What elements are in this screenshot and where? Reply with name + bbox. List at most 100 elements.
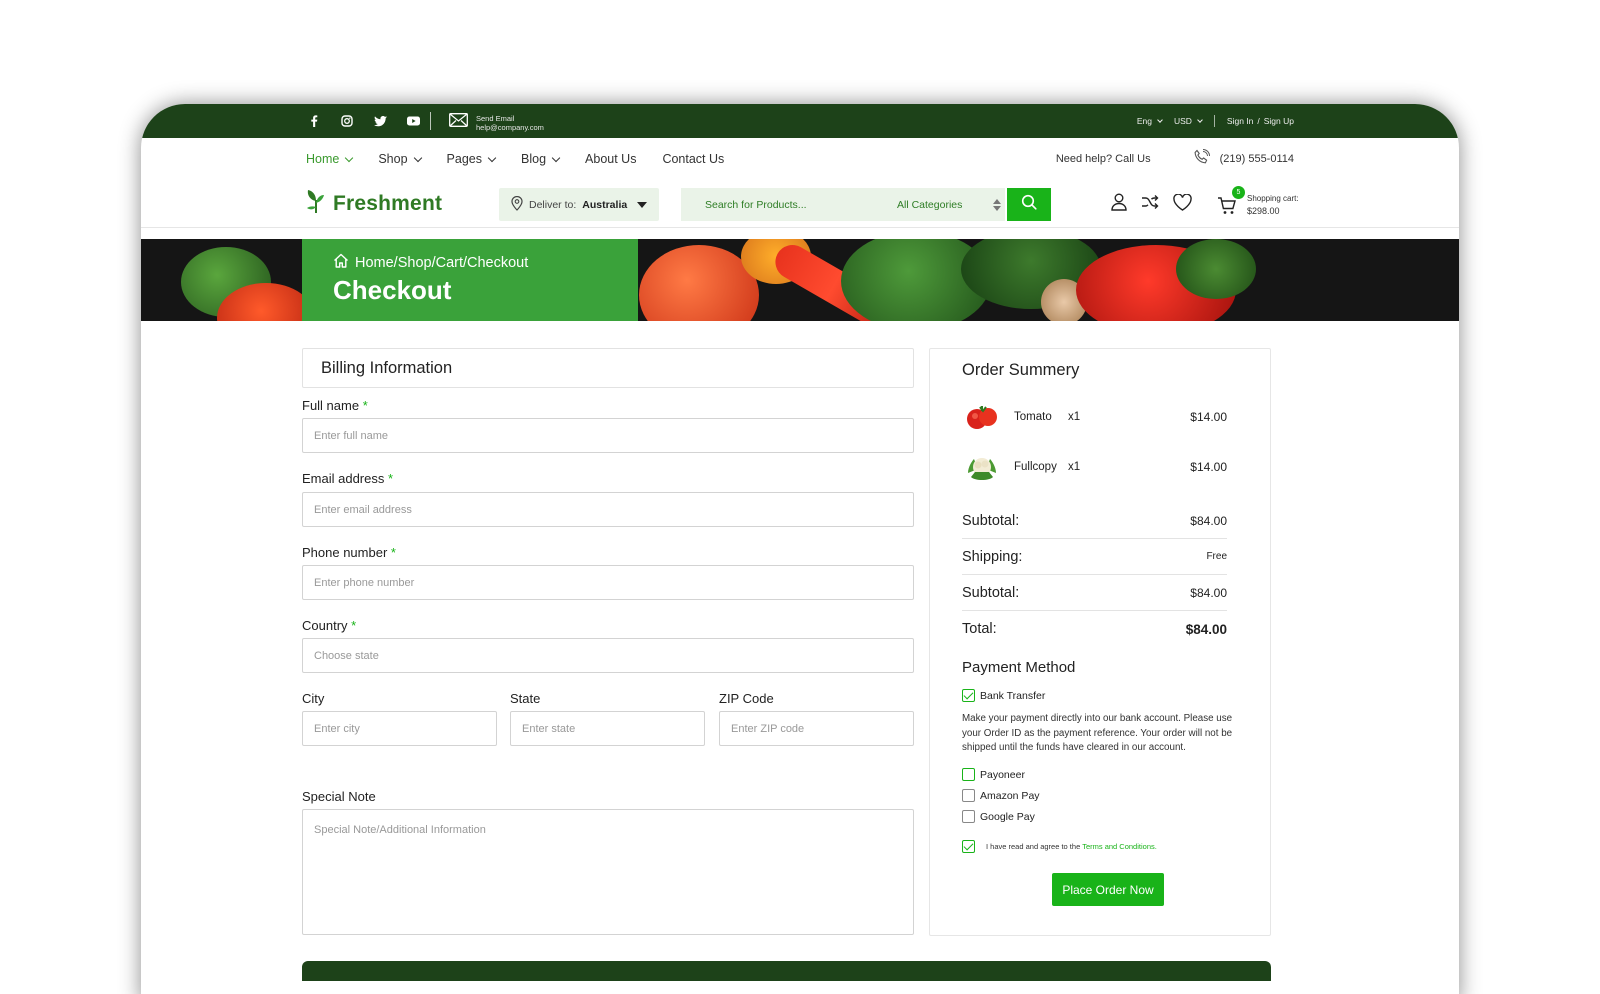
option-label: Google Pay	[980, 810, 1035, 823]
social-links	[306, 104, 421, 138]
phone-number[interactable]: (219) 555-0114	[1220, 153, 1294, 165]
special-note-textarea[interactable]: Special Note/Additional Information	[302, 809, 914, 935]
required-mark: *	[388, 471, 394, 486]
cauliflower-thumbnail	[962, 447, 1002, 487]
payment-method-title: Payment Method	[962, 659, 1076, 676]
nav-item-contact-us[interactable]: Contact Us	[662, 152, 724, 166]
zip-label: ZIP Code	[719, 691, 774, 706]
deliver-value: Australia	[582, 198, 628, 211]
breadcrumb-text: Home/Shop/Cart/Checkout	[355, 254, 529, 271]
label-text: Country	[302, 618, 348, 633]
place-order-button[interactable]: Place Order Now	[1052, 873, 1164, 906]
email-input[interactable]: Enter email address	[302, 492, 914, 527]
instagram-icon[interactable]	[339, 113, 355, 129]
summary-title: Order Summery	[962, 361, 1080, 379]
search-input[interactable]	[705, 198, 895, 211]
sign-in-link[interactable]: Sign In	[1227, 116, 1253, 126]
language-select[interactable]: Eng	[1136, 116, 1163, 126]
user-icon[interactable]	[1111, 193, 1127, 216]
help-text: Need help? Call Us	[1055, 153, 1151, 165]
bank-transfer-option[interactable]: Bank Transfer	[962, 689, 1045, 702]
row-label: Subtotal:	[962, 512, 1020, 529]
phone-input[interactable]: Enter phone number	[302, 565, 914, 600]
item-price: $14.00	[1190, 410, 1227, 424]
breadcrumb[interactable]: Home/Shop/Cart/Checkout	[333, 253, 528, 272]
checkbox[interactable]	[962, 689, 975, 702]
item-name: Tomato	[1014, 411, 1052, 423]
full-name-label: Full name *	[302, 398, 368, 413]
twitter-icon[interactable]	[372, 113, 388, 129]
state-input[interactable]: Enter state	[510, 711, 705, 746]
search-button[interactable]	[1007, 188, 1051, 221]
facebook-icon[interactable]	[306, 113, 322, 129]
category-select[interactable]: All Categories	[897, 199, 987, 211]
amazon-pay-option[interactable]: Amazon Pay	[962, 789, 1040, 802]
bank-transfer-description: Make your payment directly into our bank…	[962, 713, 1233, 753]
nav-item-shop[interactable]: Shop	[378, 152, 422, 166]
brand-logo[interactable]: Freshment	[304, 188, 442, 219]
nav-label: About Us	[585, 152, 637, 166]
terms-link[interactable]: Terms and Conditions.	[1082, 842, 1157, 851]
label-text: Full name	[302, 398, 360, 413]
item-qty: x1	[1068, 411, 1081, 423]
payoneer-option[interactable]: Payoneer	[962, 768, 1025, 781]
sort-arrows-icon	[991, 198, 1003, 211]
checkbox[interactable]	[962, 810, 975, 823]
send-email[interactable]: Send Email help@company.com	[449, 113, 544, 132]
language-label: Eng	[1136, 116, 1152, 126]
shuffle-compare-icon[interactable]	[1141, 194, 1159, 215]
row-value: $84.00	[1190, 585, 1227, 600]
youtube-icon[interactable]	[405, 113, 421, 129]
phone-icon	[1193, 149, 1210, 169]
email-label: Email address *	[302, 471, 393, 486]
nav-label: Home	[306, 152, 340, 166]
caret-down-icon	[637, 201, 648, 208]
label-text: Phone number	[302, 545, 388, 560]
nav-item-blog[interactable]: Blog	[521, 152, 561, 166]
zip-input[interactable]: Enter ZIP code	[719, 711, 914, 746]
row-value: $84.00	[1190, 513, 1227, 528]
list-item: Tomato x1 $14.00	[962, 397, 1227, 437]
checkbox[interactable]	[962, 768, 975, 781]
footer-bar	[302, 961, 1271, 981]
option-label: Bank Transfer	[980, 689, 1046, 702]
currency-select[interactable]: USD	[1173, 116, 1203, 126]
google-pay-option[interactable]: Google Pay	[962, 810, 1035, 823]
email-address: help@company.com	[476, 122, 544, 132]
billing-form: Billing Information Full name * Enter fu…	[302, 348, 914, 935]
nav-label: Blog	[521, 152, 547, 166]
subtotal-row: Subtotal: $84.00	[962, 575, 1227, 611]
country-select[interactable]: Choose state	[302, 638, 914, 673]
city-label: City	[302, 691, 325, 706]
search-icon	[1021, 194, 1037, 215]
help-contact: Need help? Call Us (219) 555-0114	[1056, 138, 1294, 180]
shipping-row: Shipping: Free	[962, 539, 1227, 575]
leaf-logo-icon	[304, 188, 328, 219]
main-nav: Home Shop Pages Blog About Us Contact Us…	[141, 138, 1459, 180]
currency-label: USD	[1173, 116, 1192, 126]
row-value: $84.00	[1185, 621, 1227, 637]
browser-frame: Send Email help@company.com Eng USD Sign…	[141, 104, 1459, 994]
leaf-image	[1176, 239, 1256, 299]
nav-item-pages[interactable]: Pages	[447, 152, 497, 166]
row-value: Free	[1206, 551, 1227, 562]
required-mark: *	[362, 398, 368, 413]
checkbox[interactable]	[962, 789, 975, 802]
deliver-to-select[interactable]: Deliver to: Australia	[499, 188, 659, 221]
heart-wishlist-icon[interactable]	[1173, 192, 1192, 216]
item-qty: x1	[1068, 461, 1081, 473]
shopping-cart[interactable]: 5 Shopping cart: $298.00	[1217, 185, 1299, 221]
nav-item-about-us[interactable]: About Us	[585, 152, 636, 166]
checkbox[interactable]	[962, 840, 975, 853]
sign-up-link[interactable]: Sign Up	[1264, 116, 1294, 126]
option-label: Payoneer	[980, 768, 1025, 781]
tomato-thumbnail	[962, 397, 1002, 437]
city-input[interactable]: Enter city	[302, 711, 497, 746]
slash-separator: /	[1257, 116, 1260, 126]
site-header: Freshment Deliver to: Australia All Cate…	[141, 180, 1459, 228]
nav-item-home[interactable]: Home	[306, 152, 354, 166]
agree-text: I have read and agree to the	[986, 842, 1081, 851]
full-name-input[interactable]: Enter full name	[302, 418, 914, 453]
item-price: $14.00	[1190, 460, 1227, 474]
terms-agreement[interactable]: I have read and agree to the Terms and C…	[962, 840, 1157, 853]
